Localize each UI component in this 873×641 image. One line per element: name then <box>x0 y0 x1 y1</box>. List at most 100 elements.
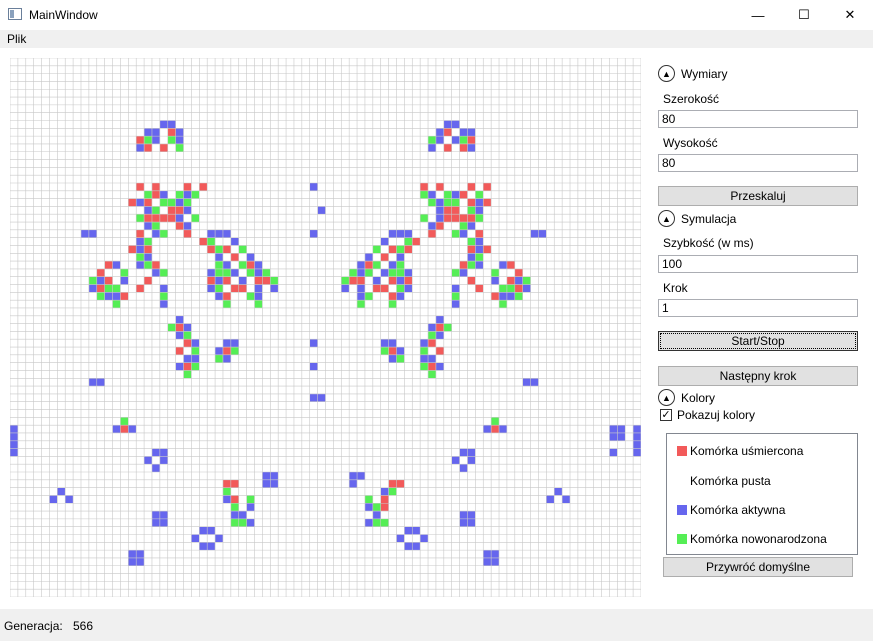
active-cell[interactable] <box>151 268 160 277</box>
newborn-cell[interactable] <box>222 268 231 277</box>
dead-cell[interactable] <box>230 495 239 504</box>
newborn-cell[interactable] <box>372 245 381 254</box>
dead-cell[interactable] <box>230 253 239 262</box>
dead-cell[interactable] <box>380 284 389 293</box>
active-cell[interactable] <box>175 362 184 371</box>
newborn-cell[interactable] <box>175 190 184 199</box>
newborn-cell[interactable] <box>499 300 507 308</box>
newborn-cell[interactable] <box>254 300 263 308</box>
newborn-cell[interactable] <box>364 268 373 277</box>
active-cell[interactable] <box>349 479 358 488</box>
active-cell[interactable] <box>49 495 58 504</box>
dead-cell[interactable] <box>475 284 484 293</box>
active-cell[interactable] <box>207 526 216 535</box>
dead-cell[interactable] <box>428 362 436 371</box>
game-board[interactable] <box>10 58 641 597</box>
dead-cell[interactable] <box>467 276 476 285</box>
dead-cell[interactable] <box>506 276 515 285</box>
dead-cell[interactable] <box>467 198 476 207</box>
active-cell[interactable] <box>144 456 152 465</box>
active-cell[interactable] <box>159 518 168 527</box>
active-cell[interactable] <box>388 354 397 363</box>
active-cell[interactable] <box>159 456 168 465</box>
active-cell[interactable] <box>364 503 373 512</box>
active-cell[interactable] <box>388 229 397 238</box>
newborn-cell[interactable] <box>428 370 436 379</box>
newborn-cell[interactable] <box>167 136 176 144</box>
active-cell[interactable] <box>451 284 460 293</box>
active-cell[interactable] <box>175 136 184 144</box>
collapse-icon[interactable]: ▲ <box>658 389 675 406</box>
active-cell[interactable] <box>96 276 105 285</box>
active-cell[interactable] <box>10 440 18 449</box>
newborn-cell[interactable] <box>491 417 500 426</box>
active-cell[interactable] <box>88 284 97 293</box>
active-cell[interactable] <box>499 425 507 433</box>
active-cell[interactable] <box>120 276 129 285</box>
newborn-cell[interactable] <box>175 143 184 152</box>
newborn-cell[interactable] <box>144 237 152 246</box>
dead-cell[interactable] <box>230 284 239 293</box>
newborn-cell[interactable] <box>144 190 152 199</box>
active-cell[interactable] <box>230 268 239 277</box>
active-cell[interactable] <box>530 229 539 238</box>
dead-cell[interactable] <box>238 284 247 293</box>
active-cell[interactable] <box>144 222 152 230</box>
active-cell[interactable] <box>57 487 66 496</box>
active-cell[interactable] <box>459 268 468 277</box>
active-cell[interactable] <box>128 425 137 433</box>
newborn-cell[interactable] <box>88 276 97 285</box>
newborn-cell[interactable] <box>112 300 121 308</box>
newborn-cell[interactable] <box>459 222 468 230</box>
newborn-cell[interactable] <box>167 198 176 207</box>
active-cell[interactable] <box>144 253 152 262</box>
active-cell[interactable] <box>388 261 397 269</box>
newborn-cell[interactable] <box>396 354 405 363</box>
dead-cell[interactable] <box>459 214 468 223</box>
active-cell[interactable] <box>183 354 192 363</box>
dead-cell[interactable] <box>222 245 231 254</box>
dead-cell[interactable] <box>506 261 515 269</box>
dead-cell[interactable] <box>175 206 184 215</box>
dead-cell[interactable] <box>483 182 492 191</box>
dead-cell[interactable] <box>159 143 168 152</box>
dead-cell[interactable] <box>144 143 152 152</box>
active-cell[interactable] <box>435 362 444 371</box>
active-cell[interactable] <box>633 440 641 449</box>
dead-cell[interactable] <box>364 261 373 269</box>
active-cell[interactable] <box>396 347 405 355</box>
newborn-cell[interactable] <box>167 323 176 332</box>
active-cell[interactable] <box>175 214 184 223</box>
newborn-cell[interactable] <box>451 229 460 238</box>
newborn-cell[interactable] <box>388 487 397 496</box>
dead-cell[interactable] <box>128 198 137 207</box>
active-cell[interactable] <box>254 292 263 301</box>
newborn-cell[interactable] <box>459 136 468 144</box>
active-cell[interactable] <box>475 198 484 207</box>
active-cell[interactable] <box>357 292 365 301</box>
newborn-cell[interactable] <box>215 261 223 269</box>
dead-cell[interactable] <box>151 190 160 199</box>
active-cell[interactable] <box>420 354 429 363</box>
active-cell[interactable] <box>230 339 239 348</box>
newborn-cell[interactable] <box>443 198 452 207</box>
newborn-cell[interactable] <box>183 198 192 207</box>
width-input[interactable] <box>658 110 858 128</box>
active-cell[interactable] <box>136 245 145 254</box>
active-cell[interactable] <box>88 378 97 387</box>
newborn-cell[interactable] <box>159 292 168 301</box>
active-cell[interactable] <box>215 229 223 238</box>
dead-cell[interactable] <box>428 339 436 348</box>
collapse-icon[interactable]: ▲ <box>658 65 675 82</box>
active-cell[interactable] <box>191 339 200 348</box>
dead-cell[interactable] <box>514 268 523 277</box>
newborn-cell[interactable] <box>428 198 436 207</box>
dead-cell[interactable] <box>435 182 444 191</box>
active-cell[interactable] <box>136 237 145 246</box>
active-cell[interactable] <box>136 557 145 566</box>
active-cell[interactable] <box>309 362 318 371</box>
active-cell[interactable] <box>222 229 231 238</box>
active-cell[interactable] <box>467 128 476 137</box>
active-cell[interactable] <box>136 261 145 269</box>
dead-cell[interactable] <box>136 182 145 191</box>
